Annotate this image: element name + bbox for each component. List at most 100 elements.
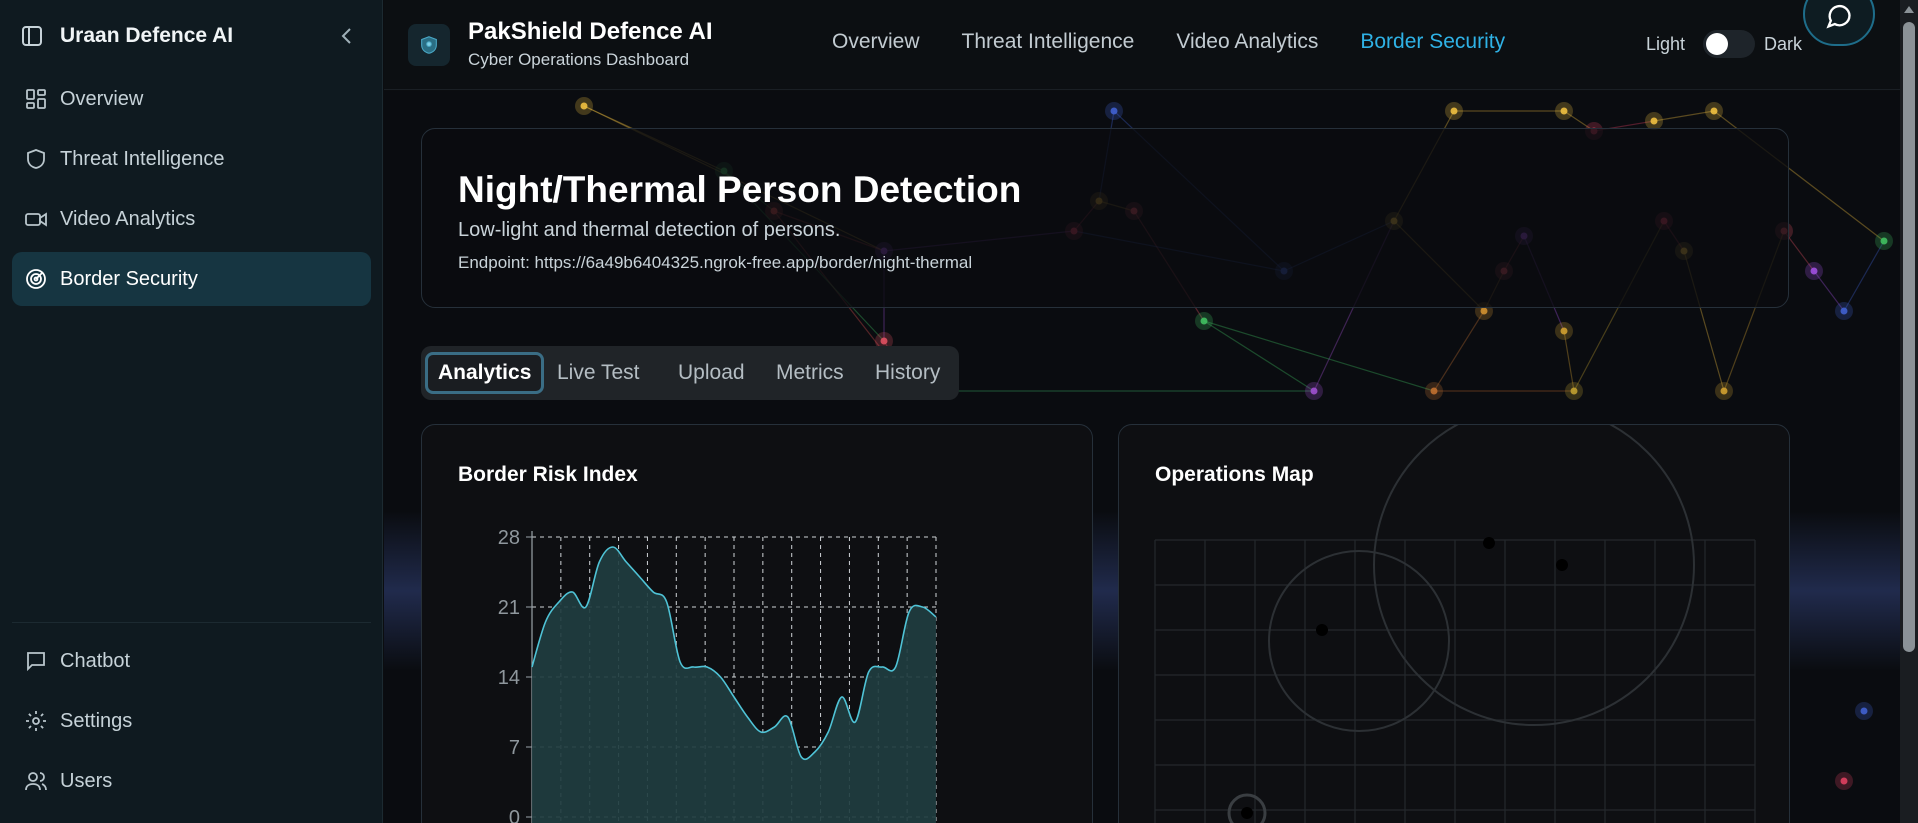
map-unit-marker[interactable] [1556, 559, 1568, 571]
tab-bar: Analytics Live Test Upload Metrics Histo… [421, 346, 959, 400]
chart-data-point [557, 601, 560, 604]
top-nav-video-analytics[interactable]: Video Analytics [1176, 30, 1318, 54]
chart-data-point [733, 696, 736, 699]
chart-data-point [908, 611, 911, 614]
chart-data-point [719, 676, 722, 679]
main-content: Night/Thermal Person Detection Low-light… [384, 91, 1900, 823]
chart-data-point [665, 601, 668, 604]
chart-data-point [800, 756, 803, 759]
top-nav-border-security[interactable]: Border Security [1360, 30, 1505, 54]
sidebar-divider [12, 622, 371, 623]
message-square-icon [27, 652, 45, 672]
tab-live-test[interactable]: Live Test [547, 352, 650, 394]
theme-toggle-switch[interactable] [1703, 30, 1755, 58]
chart-y-tick-label: 21 [498, 597, 520, 619]
chart-data-point [854, 721, 857, 724]
shield-logo-icon [421, 36, 437, 54]
chart-data-point [652, 591, 655, 594]
tab-metrics[interactable]: Metrics [766, 352, 854, 394]
theme-dark-label: Dark [1764, 34, 1803, 54]
video-camera-icon [25, 212, 47, 227]
chart-data-point [692, 666, 695, 669]
sidebar-item-video-analytics[interactable]: Video Analytics [12, 192, 371, 246]
chart-data-point [867, 671, 870, 674]
page-title: Night/Thermal Person Detection [458, 169, 1022, 210]
operations-map-card: Operations Map [1118, 424, 1790, 823]
sidebar-item-label: Border Security [60, 267, 198, 290]
chart-data-point [786, 716, 789, 719]
chat-fab-button[interactable] [1803, 0, 1875, 46]
radar-icon [26, 269, 46, 289]
chart-data-point [584, 606, 587, 609]
map-unit-marker[interactable] [1316, 624, 1328, 636]
gear-icon [26, 711, 46, 731]
operations-map [1154, 425, 1756, 823]
sidebar-item-users[interactable]: Users [12, 754, 371, 808]
page-description: Low-light and thermal detection of perso… [458, 219, 841, 241]
tab-history[interactable]: History [865, 352, 950, 394]
layout-grid-icon [26, 89, 46, 109]
page-scrollbar[interactable] [1900, 0, 1918, 823]
chart-y-tick-label: 28 [498, 527, 520, 549]
hero-panel: Night/Thermal Person Detection Low-light… [421, 128, 1789, 308]
top-nav: Overview Threat Intelligence Video Analy… [832, 30, 1547, 54]
chart-data-point [544, 621, 547, 624]
map-unit-marker[interactable] [1241, 807, 1253, 819]
sidebar-item-label: Threat Intelligence [60, 147, 225, 170]
sidebar-item-label: Chatbot [60, 649, 131, 672]
endpoint-url: Endpoint: https://6a49b6404325.ngrok-fre… [458, 253, 973, 272]
top-nav-threat-intelligence[interactable]: Threat Intelligence [962, 30, 1135, 54]
chart-data-point [679, 661, 682, 664]
chart-data-point [840, 696, 843, 699]
chart-data-point [746, 716, 749, 719]
chart-data-point [881, 666, 884, 669]
chart-data-point [773, 726, 776, 729]
chart-data-point [894, 666, 897, 669]
chart-data-point [921, 606, 924, 609]
brand-title: PakShield Defence AI [468, 18, 713, 45]
chart-data-point [827, 731, 830, 734]
sidebar-item-label: Settings [60, 709, 133, 732]
sidebar-item-overview[interactable]: Overview [12, 72, 371, 126]
map-unit-marker[interactable] [1483, 537, 1495, 549]
chart-data-point [598, 561, 601, 564]
message-circle-icon [1826, 4, 1851, 29]
chart-data-point [531, 666, 534, 669]
scrollbar-thumb[interactable] [1903, 22, 1915, 652]
theme-toggle-knob [1706, 33, 1728, 55]
sidebar: Uraan Defence AI Overview Threat Intelli… [0, 0, 383, 823]
chart-data-point [706, 666, 709, 669]
brand-logo [408, 24, 450, 66]
border-risk-chart: 0 7 14 21 28 [498, 527, 938, 823]
chart-y-tick-label: 0 [509, 807, 520, 823]
chart-data-point [935, 616, 938, 619]
shield-icon [27, 149, 45, 169]
chart-y-tick-label: 7 [509, 737, 520, 759]
chart-data-point [759, 731, 762, 734]
brand-subtitle: Cyber Operations Dashboard [468, 50, 690, 69]
map-range-ring [1373, 425, 1695, 726]
tab-upload[interactable]: Upload [668, 352, 755, 394]
sidebar-app-title: Uraan Defence AI [60, 24, 234, 47]
scroll-up-arrow[interactable] [1904, 6, 1914, 13]
tab-analytics[interactable]: Analytics [425, 352, 545, 394]
chevron-left-icon[interactable] [337, 25, 357, 47]
chart-data-point [625, 561, 628, 564]
chart-data-point [813, 751, 816, 754]
chart-data-point [638, 576, 641, 579]
sidebar-item-threat-intelligence[interactable]: Threat Intelligence [12, 132, 371, 186]
sidebar-item-label: Overview [60, 87, 144, 110]
chart-data-point [571, 591, 574, 594]
sidebar-item-label: Video Analytics [60, 207, 196, 230]
sidebar-item-chatbot[interactable]: Chatbot [12, 634, 371, 688]
map-range-ring [1268, 550, 1450, 732]
top-header: PakShield Defence AI Cyber Operations Da… [384, 0, 1918, 90]
chart-y-tick-label: 14 [498, 667, 520, 689]
sidebar-item-border-security[interactable]: Border Security [12, 252, 371, 306]
theme-light-label: Light [1646, 34, 1686, 54]
sidebar-toggle-icon[interactable] [20, 24, 44, 48]
chart-data-point [611, 546, 614, 549]
sidebar-item-settings[interactable]: Settings [12, 694, 371, 748]
users-icon [25, 772, 47, 791]
top-nav-overview[interactable]: Overview [832, 30, 920, 54]
